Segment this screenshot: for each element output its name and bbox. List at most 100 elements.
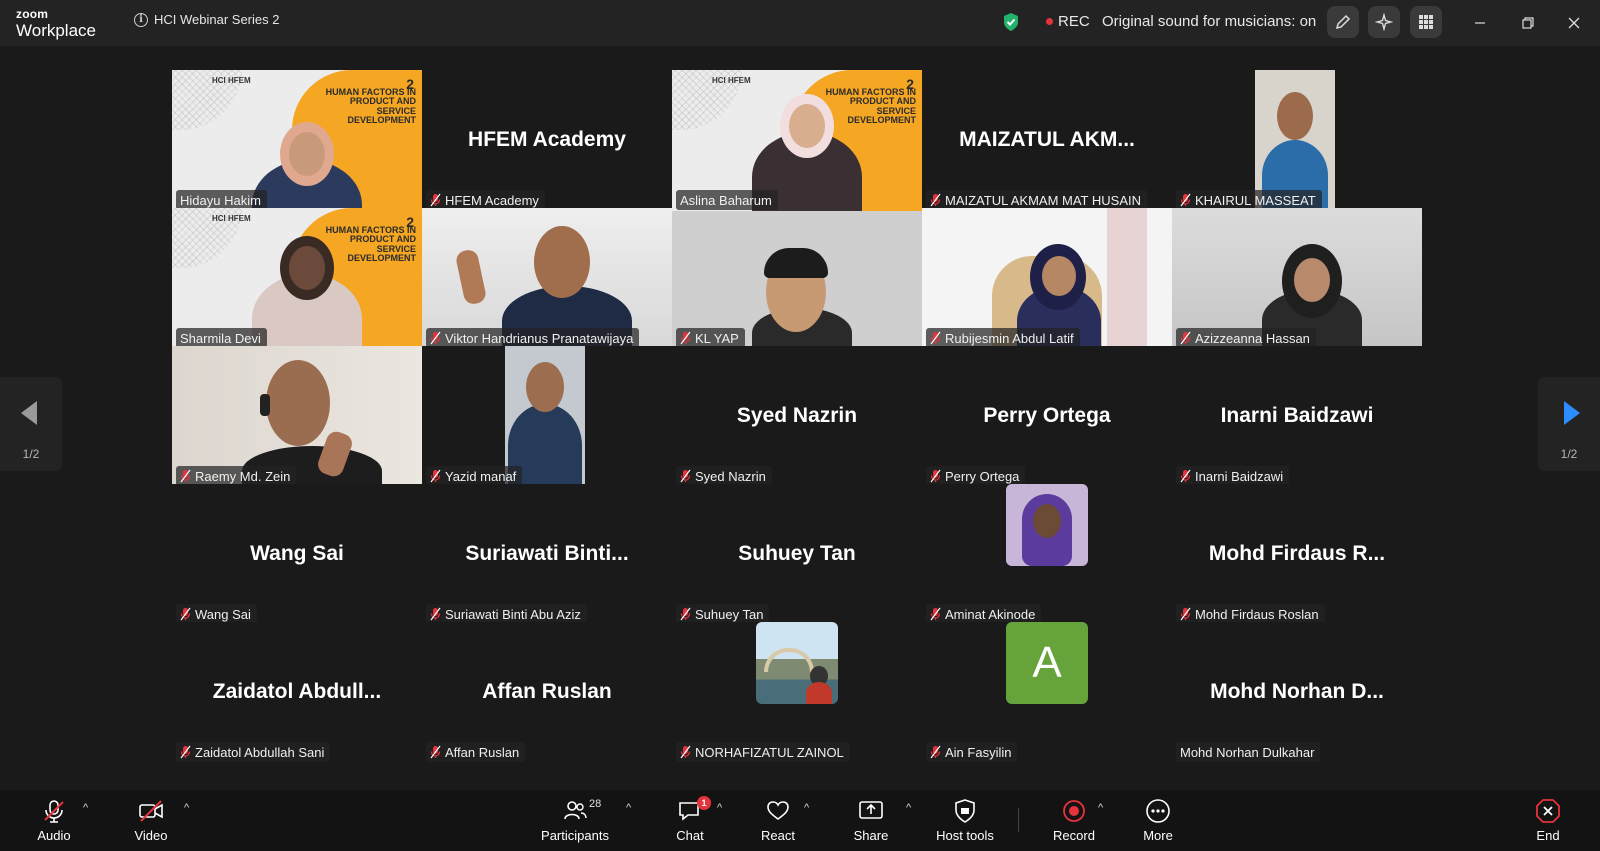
participant-name: Aminat Akinode — [945, 606, 1036, 622]
meeting-toolbar: Audio ^ Video ^ 28 Participants ^ 1 Chat… — [0, 790, 1600, 851]
minimize-button[interactable] — [1469, 12, 1491, 34]
participant-name-tag: Affan Ruslan — [426, 742, 526, 762]
mic-muted-icon — [180, 469, 191, 483]
share-options-caret[interactable]: ^ — [906, 802, 911, 814]
participant-face — [789, 104, 825, 148]
participant-tile[interactable]: NORHAFIZATUL ZAINOL — [672, 622, 922, 763]
participant-tile[interactable]: KL YAP — [672, 208, 922, 349]
participant-name-tag: Raemy Md. Zein — [176, 466, 297, 486]
participant-tile[interactable]: HCI HFEM 2 HUMAN FACTORS IN PRODUCT AND SE… — [172, 208, 422, 349]
arrow-left-icon — [21, 401, 37, 425]
mic-muted-icon — [430, 607, 441, 621]
host-tools-label: Host tools — [936, 828, 994, 843]
meeting-info-button[interactable]: i HCI Webinar Series 2 — [134, 12, 279, 27]
view-grid-button[interactable] — [1410, 6, 1442, 38]
restore-button[interactable] — [1517, 12, 1539, 34]
participant-tile[interactable]: Suriawati Binti... Suriawati Binti Abu Az… — [422, 484, 672, 625]
participant-tile[interactable]: Affan Ruslan Affan Ruslan — [422, 622, 672, 763]
participants-button[interactable]: 28 Participants — [535, 798, 615, 843]
participant-face — [534, 226, 590, 298]
end-meeting-button[interactable]: End — [1508, 798, 1588, 843]
host-tools-button[interactable]: Host tools — [925, 798, 1005, 843]
participant-name: Syed Nazrin — [695, 468, 766, 484]
participant-tile[interactable]: Syed Nazrin Syed Nazrin — [672, 346, 922, 487]
mic-muted-icon — [930, 469, 941, 483]
minimize-icon — [1475, 22, 1485, 24]
brand-big: Workplace — [16, 21, 96, 40]
audio-button[interactable]: Audio — [14, 798, 94, 843]
poster-logos: HCI HFEM — [212, 214, 251, 223]
participant-tile[interactable]: Aminat Akinode — [922, 484, 1172, 625]
ai-companion-button[interactable] — [1368, 6, 1400, 38]
participant-tile[interactable]: Wang Sai Wang Sai — [172, 484, 422, 625]
mic-muted-icon — [430, 745, 441, 759]
participant-tile[interactable]: KHAIRUL MASSEAT — [1172, 70, 1422, 211]
participant-name: Viktor Handrianus Pranatawijaya — [445, 330, 634, 346]
participant-hair — [764, 248, 828, 278]
react-options-caret[interactable]: ^ — [804, 802, 809, 814]
video-label: Video — [134, 828, 168, 843]
annotate-button[interactable] — [1327, 6, 1359, 38]
participant-tile[interactable]: HCI HFEM 2 HUMAN FACTORS IN PRODUCT AND SE… — [172, 70, 422, 211]
participant-tile[interactable]: Rubijesmin Abdul Latif — [922, 208, 1172, 349]
participant-tile[interactable]: MAIZATUL AKM... MAIZATUL AKMAM MAT HUSAIN — [922, 70, 1172, 211]
mic-muted-icon — [930, 331, 941, 345]
mic-muted-icon — [930, 193, 941, 207]
participant-tile[interactable]: Zaidatol Abdull... Zaidatol Abdullah Sani — [172, 622, 422, 763]
participants-options-caret[interactable]: ^ — [626, 802, 631, 814]
participant-tile[interactable]: Yazid manaf — [422, 346, 672, 487]
participant-tile[interactable]: Mohd Norhan D... Mohd Norhan Dulkahar — [1172, 622, 1422, 763]
pencil-icon — [1335, 14, 1351, 30]
participant-display-name: Zaidatol Abdull... — [212, 680, 382, 703]
audio-options-caret[interactable]: ^ — [83, 802, 88, 814]
letter-avatar: A — [1006, 622, 1088, 704]
chat-options-caret[interactable]: ^ — [717, 802, 722, 814]
participant-tile[interactable]: Mohd Firdaus R... Mohd Firdaus Roslan — [1172, 484, 1422, 625]
participant-name: Mohd Firdaus Roslan — [1195, 606, 1319, 622]
more-label: More — [1143, 828, 1173, 843]
grid-icon — [1419, 15, 1433, 29]
mic-muted-icon — [930, 745, 941, 759]
record-options-caret[interactable]: ^ — [1098, 802, 1103, 814]
participant-name: KL YAP — [695, 330, 739, 346]
share-button[interactable]: Share — [831, 798, 911, 843]
original-sound-status[interactable]: Original sound for musicians: on — [1102, 13, 1316, 30]
participants-label: Participants — [541, 828, 609, 843]
next-page-button[interactable]: 1/2 — [1538, 377, 1600, 471]
info-icon: i — [134, 12, 148, 27]
microphone-muted-icon — [44, 800, 64, 823]
profile-picture — [1006, 484, 1088, 566]
participant-tile[interactable]: Viktor Handrianus Pranatawijaya — [422, 208, 672, 349]
video-button[interactable]: Video — [111, 798, 191, 843]
participant-name-tag: Ain Fasyilin — [926, 742, 1018, 762]
participant-name: NORHAFIZATUL ZAINOL — [695, 744, 844, 760]
headset-icon — [260, 394, 270, 416]
page-indicator-left: 1/2 — [22, 447, 40, 461]
rec-label: REC — [1058, 13, 1090, 30]
brand-small: zoom — [16, 7, 49, 21]
participant-tile[interactable]: Raemy Md. Zein — [172, 346, 422, 487]
mic-muted-icon — [930, 607, 941, 621]
encryption-shield-icon[interactable] — [1002, 12, 1020, 32]
more-button[interactable]: More — [1118, 798, 1198, 843]
participant-tile[interactable]: Azizzeanna Hassan — [1172, 208, 1422, 349]
participant-tile[interactable]: Perry Ortega Perry Ortega — [922, 346, 1172, 487]
participant-name: Affan Ruslan — [445, 744, 520, 760]
participant-name: Inarni Baidzawi — [1195, 468, 1284, 484]
participant-name: Suriawati Binti Abu Aziz — [445, 606, 581, 622]
participant-name: Raemy Md. Zein — [195, 468, 291, 484]
participant-name: MAIZATUL AKMAM MAT HUSAIN — [945, 192, 1141, 208]
heart-icon — [767, 801, 789, 820]
previous-page-button[interactable]: 1/2 — [0, 377, 62, 471]
participant-tile[interactable]: A Ain Fasyilin — [922, 622, 1172, 763]
participant-tile[interactable]: Inarni Baidzawi Inarni Baidzawi — [1172, 346, 1422, 487]
video-options-caret[interactable]: ^ — [184, 802, 189, 814]
participant-tile[interactable]: HCI HFEM 2 HUMAN FACTORS IN PRODUCT AND SE… — [672, 70, 922, 211]
participant-tile[interactable]: Suhuey Tan Suhuey Tan — [672, 484, 922, 625]
participant-display-name: Wang Sai — [250, 542, 344, 565]
close-button[interactable] — [1563, 12, 1585, 34]
participants-count: 28 — [589, 798, 602, 810]
mic-muted-icon — [430, 469, 441, 483]
participant-tile[interactable]: HFEM Academy HFEM Academy — [422, 70, 672, 211]
recording-indicator[interactable]: REC — [1046, 13, 1090, 30]
